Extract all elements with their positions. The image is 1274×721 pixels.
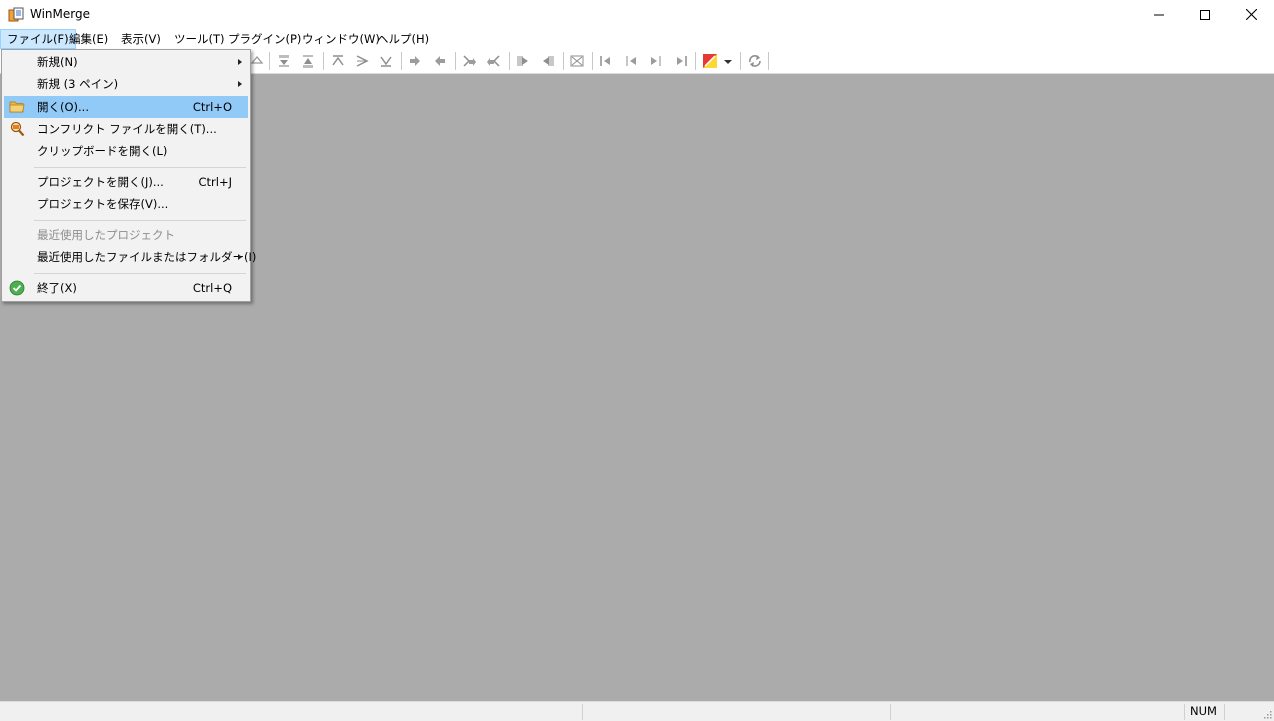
submenu-arrow-icon (238, 59, 242, 65)
next-file-icon[interactable] (648, 53, 664, 69)
submenu-arrow-icon (238, 254, 242, 260)
toolbar-separator (323, 52, 324, 70)
menu-item-exit[interactable]: 終了(X) Ctrl+Q (4, 277, 248, 299)
resize-grip-icon[interactable] (1262, 709, 1272, 719)
last-file-icon[interactable] (673, 53, 689, 69)
prev-file-icon[interactable] (623, 53, 639, 69)
menu-item-open-clipboard[interactable]: クリップボードを開く(L) (4, 140, 248, 162)
file-menu-dropdown: 新規(N) 新規 (3 ペイン) 開く(O)... Ctrl+O コンフリクト … (1, 49, 256, 302)
status-separator (1224, 704, 1225, 720)
menu-item-open[interactable]: 開く(O)... Ctrl+O (4, 96, 248, 118)
move-up-icon[interactable] (249, 53, 265, 69)
close-icon (1245, 9, 1257, 20)
toolbar-separator (563, 52, 564, 70)
menu-item-shortcut: Ctrl+O (192, 100, 232, 114)
menu-item-shortcut: Ctrl+Q (192, 281, 232, 295)
menu-item-recent-files[interactable]: 最近使用したファイルまたはフォルダー(I) (4, 246, 256, 268)
title-bar: WinMerge (0, 0, 1274, 29)
merge-icon[interactable] (569, 53, 585, 69)
menu-item-open-project[interactable]: プロジェクトを開く(J)... Ctrl+J (4, 171, 248, 193)
menu-item-label: クリップボードを開く(L) (37, 144, 168, 158)
close-button[interactable] (1228, 0, 1274, 29)
copy-right-advance-icon[interactable] (461, 53, 477, 69)
maximize-icon (1200, 9, 1210, 20)
menu-item-label: プロジェクトを保存(V)... (37, 197, 169, 211)
conflict-search-icon (10, 121, 25, 137)
menu-help[interactable]: ヘルプ(H) (371, 29, 435, 49)
minimize-button[interactable] (1136, 0, 1182, 29)
menu-item-label: プロジェクトを開く(J)... (37, 175, 164, 189)
menu-item-shortcut: Ctrl+J (198, 175, 233, 189)
copy-left-icon[interactable] (432, 53, 448, 69)
menu-item-label: 最近使用したファイルまたはフォルダー(I) (37, 250, 257, 264)
status-separator (582, 704, 583, 720)
menu-view[interactable]: 表示(V) (115, 29, 167, 49)
all-right-icon[interactable] (515, 53, 531, 69)
menu-item-label: 新規(N) (37, 55, 78, 69)
toolbar-separator (401, 52, 402, 70)
copy-right-icon[interactable] (407, 53, 423, 69)
last-diff-icon[interactable] (378, 53, 394, 69)
toolbar-separator (592, 52, 593, 70)
first-file-icon[interactable] (598, 53, 614, 69)
copy-left-advance-icon[interactable] (486, 53, 502, 69)
status-bar: NUM (0, 701, 1274, 721)
menu-item-recent-projects: 最近使用したプロジェクト (4, 224, 248, 246)
toolbar-separator (269, 52, 270, 70)
menu-item-save-project[interactable]: プロジェクトを保存(V)... (4, 193, 248, 215)
exit-check-icon (9, 280, 25, 296)
all-left-icon[interactable] (540, 53, 556, 69)
prev-diff-icon[interactable] (300, 53, 316, 69)
chevron-down-icon[interactable] (722, 53, 734, 69)
menu-edit[interactable]: 編集(E) (63, 29, 114, 49)
toolbar-separator (768, 52, 769, 70)
status-separator (890, 704, 891, 720)
submenu-arrow-icon (238, 81, 242, 87)
toolbar-separator (740, 52, 741, 70)
winmerge-app-icon (8, 7, 24, 22)
current-diff-icon[interactable] (354, 53, 370, 69)
first-diff-icon[interactable] (330, 53, 346, 69)
folder-icon (9, 101, 25, 113)
menu-item-label: 終了(X) (37, 281, 77, 295)
menu-item-label: 最近使用したプロジェクト (37, 228, 175, 242)
menu-bar: ファイル(F) 編集(E) 表示(V) ツール(T) プラグイン(P) ウィンド… (0, 29, 1274, 49)
menu-separator (34, 167, 246, 168)
menu-item-open-conflict[interactable]: コンフリクト ファイルを開く(T)... (4, 118, 248, 140)
menu-item-label: 開く(O)... (37, 100, 89, 114)
window-title: WinMerge (30, 7, 90, 21)
num-lock-indicator: NUM (1190, 704, 1217, 718)
maximize-button[interactable] (1182, 0, 1228, 29)
toolbar-separator (695, 52, 696, 70)
toolbar-separator (509, 52, 510, 70)
menu-plugins[interactable]: プラグイン(P) (222, 29, 307, 49)
next-diff-icon[interactable] (276, 53, 292, 69)
toolbar-separator (455, 52, 456, 70)
menu-item-label: コンフリクト ファイルを開く(T)... (37, 122, 217, 136)
status-separator (1184, 704, 1185, 720)
refresh-icon[interactable] (747, 53, 763, 69)
options-color-icon[interactable] (702, 53, 718, 69)
menu-item-label: 新規 (3 ペイン) (37, 77, 119, 91)
menu-separator (34, 220, 246, 221)
menu-item-new-3pane[interactable]: 新規 (3 ペイン) (4, 73, 248, 95)
minimize-icon (1154, 14, 1164, 15)
menu-separator (34, 273, 246, 274)
menu-item-new[interactable]: 新規(N) (4, 51, 248, 73)
